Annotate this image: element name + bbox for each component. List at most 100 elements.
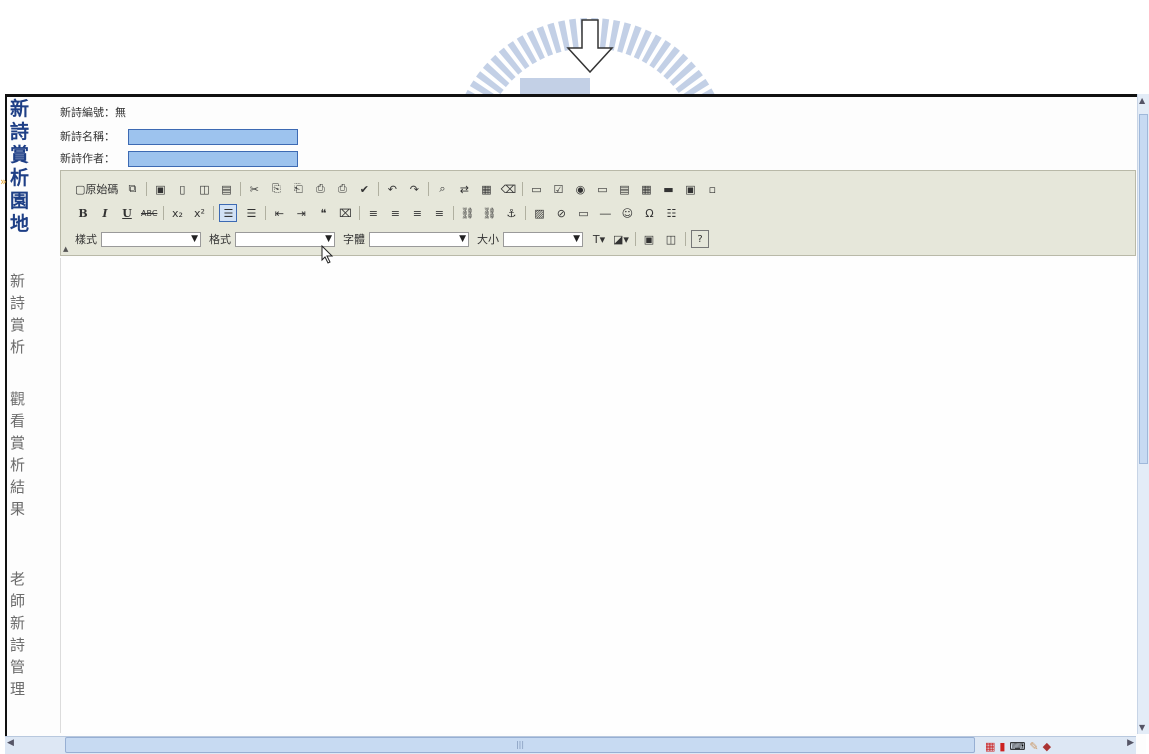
input-method-icon[interactable]: ▦ [985,740,995,753]
flash-icon: ⊘ [556,206,567,220]
textarea-icon: ▤ [619,182,630,196]
style-select[interactable]: ▼ [101,231,201,247]
anchor-button[interactable]: ⚓ [503,205,519,221]
preview-button[interactable]: ◫ [196,181,212,197]
scroll-left-icon[interactable]: ◀ [7,738,14,748]
undo-button[interactable]: ↶ [384,181,400,197]
horizontal-scroll-thumb[interactable]: ||| [65,737,975,753]
poem-author-input[interactable] [128,151,298,167]
justify-button[interactable]: ≡ [431,205,447,221]
smiley-button[interactable]: ☺ [619,205,635,221]
strikethrough-button[interactable]: ABC [141,205,157,221]
unlink-button[interactable]: ⛓ [481,205,497,221]
div-icon: ⌧ [339,206,352,220]
indent-button[interactable]: ⇥ [293,205,309,221]
save-button[interactable]: ▣ [152,181,168,197]
toolbar-separator [213,206,215,220]
justify-icon: ≡ [434,206,445,220]
underline-button[interactable]: U [119,205,135,221]
textfield-button[interactable]: ▭ [594,181,610,197]
blockquote-button[interactable]: ❝ [315,205,331,221]
sidebar-link-char: 詩 [10,636,26,654]
numbered-list-button[interactable]: ☰ [219,204,238,222]
radio-button[interactable]: ◉ [572,181,588,197]
align-left-button[interactable]: ≡ [365,205,381,221]
select-all-button[interactable]: ▦ [478,181,494,197]
sidebar-link-char: 新 [10,272,26,290]
link-button[interactable]: ⛓ [459,205,475,221]
redo-button[interactable]: ↷ [406,181,422,197]
font-select[interactable]: ▼ [369,231,469,247]
div-button[interactable]: ⌧ [337,205,353,221]
cut-button[interactable]: ✂ [246,181,262,197]
source-button[interactable]: ▢ 原始碼 [75,181,118,197]
hidden-field-button[interactable]: ▫ [704,181,720,197]
down-arrow-icon [566,19,614,74]
outdent-button[interactable]: ⇤ [271,205,287,221]
sidebar-link-char: 理 [10,680,26,698]
flash-button[interactable]: ⊘ [553,205,569,221]
scroll-up-icon[interactable]: ▲ [1139,96,1145,105]
italic-button[interactable]: I [97,205,113,221]
form-button[interactable]: ▭ [528,181,544,197]
size-select[interactable]: ▼ [503,231,583,247]
subscript-button[interactable]: x₂ [169,205,185,221]
bg-color-button[interactable]: ◪▾ [613,231,629,247]
remove-format-icon: ⌫ [500,182,517,196]
sidebar-link-teacher-management[interactable]: 老 師 新 詩 管 理 [10,568,34,700]
collapse-toolbar-icon[interactable]: ▲ [63,245,68,253]
editor-content-area[interactable] [60,258,1137,733]
select-button[interactable]: ▦ [638,181,654,197]
show-blocks-button[interactable]: ◫ [663,231,679,247]
sidebar-link-view-results[interactable]: 觀 看 賞 析 結 果 [10,388,34,520]
bulleted-list-icon: ☰ [246,206,257,220]
bulleted-list-button[interactable]: ☰ [243,205,259,221]
bold-button[interactable]: B [75,205,91,221]
keyboard-icon[interactable]: ⌨ [1009,740,1025,753]
pen-icon[interactable]: ✎ [1029,740,1038,753]
image-icon: ▨ [534,206,545,220]
table-button[interactable]: ▭ [575,205,591,221]
horizontal-rule-button[interactable]: ― [597,205,613,221]
template-button[interactable]: ▤ [218,181,234,197]
format-select[interactable]: ▼ [235,231,335,247]
spellcheck-button[interactable]: ✔ [356,181,372,197]
copy-button[interactable]: ⧉ [124,181,140,197]
help-button[interactable]: ? [691,230,709,248]
special-char-icon: Ω [645,206,654,220]
scroll-down-icon[interactable]: ▼ [1139,723,1145,732]
remove-format-button[interactable]: ⌫ [500,181,517,197]
vertical-scroll-thumb[interactable] [1139,114,1148,464]
text-color-button[interactable]: T▾ [591,231,607,247]
button-button[interactable]: ▬ [660,181,676,197]
language-bar-icon[interactable]: ▮ [999,740,1005,753]
poem-name-label: 新詩名稱： [60,130,115,143]
textarea-button[interactable]: ▤ [616,181,632,197]
new-page-icon: ▯ [179,182,186,196]
find-button[interactable]: ⌕ [434,181,450,197]
image-button[interactable]: ▨ [531,205,547,221]
print-button[interactable]: ⎙ [334,181,350,197]
replace-button[interactable]: ⇄ [456,181,472,197]
print-icon: ⎙ [338,182,347,195]
vertical-scrollbar[interactable]: ▲ ▼ [1137,94,1149,734]
sidebar-link-poem-appreciation[interactable]: 新 詩 賞 析 [10,270,34,358]
paste-word-button[interactable]: ⎙ [312,181,328,197]
align-center-button[interactable]: ≡ [387,205,403,221]
paste-icon: ⎘ [272,182,281,195]
checkbox-button[interactable]: ☑ [550,181,566,197]
horizontal-scrollbar[interactable]: ◀ ||| ▶ [5,736,1136,754]
new-page-button[interactable]: ▯ [174,181,190,197]
special-char-button[interactable]: Ω [641,205,657,221]
paste-button[interactable]: ⎘ [268,181,284,197]
poem-name-input[interactable] [128,129,298,145]
paste-text-button[interactable]: ⎗ [290,181,306,197]
image-button-button[interactable]: ▣ [682,181,698,197]
superscript-button[interactable]: x² [191,205,207,221]
maximize-button[interactable]: ▣ [641,231,657,247]
anchor-icon: ⚓ [506,206,517,220]
eraser-icon[interactable]: ◆ [1043,740,1051,753]
align-right-button[interactable]: ≡ [409,205,425,221]
page-break-button[interactable]: ☷ [663,205,679,221]
scroll-right-icon[interactable]: ▶ [1127,738,1134,748]
